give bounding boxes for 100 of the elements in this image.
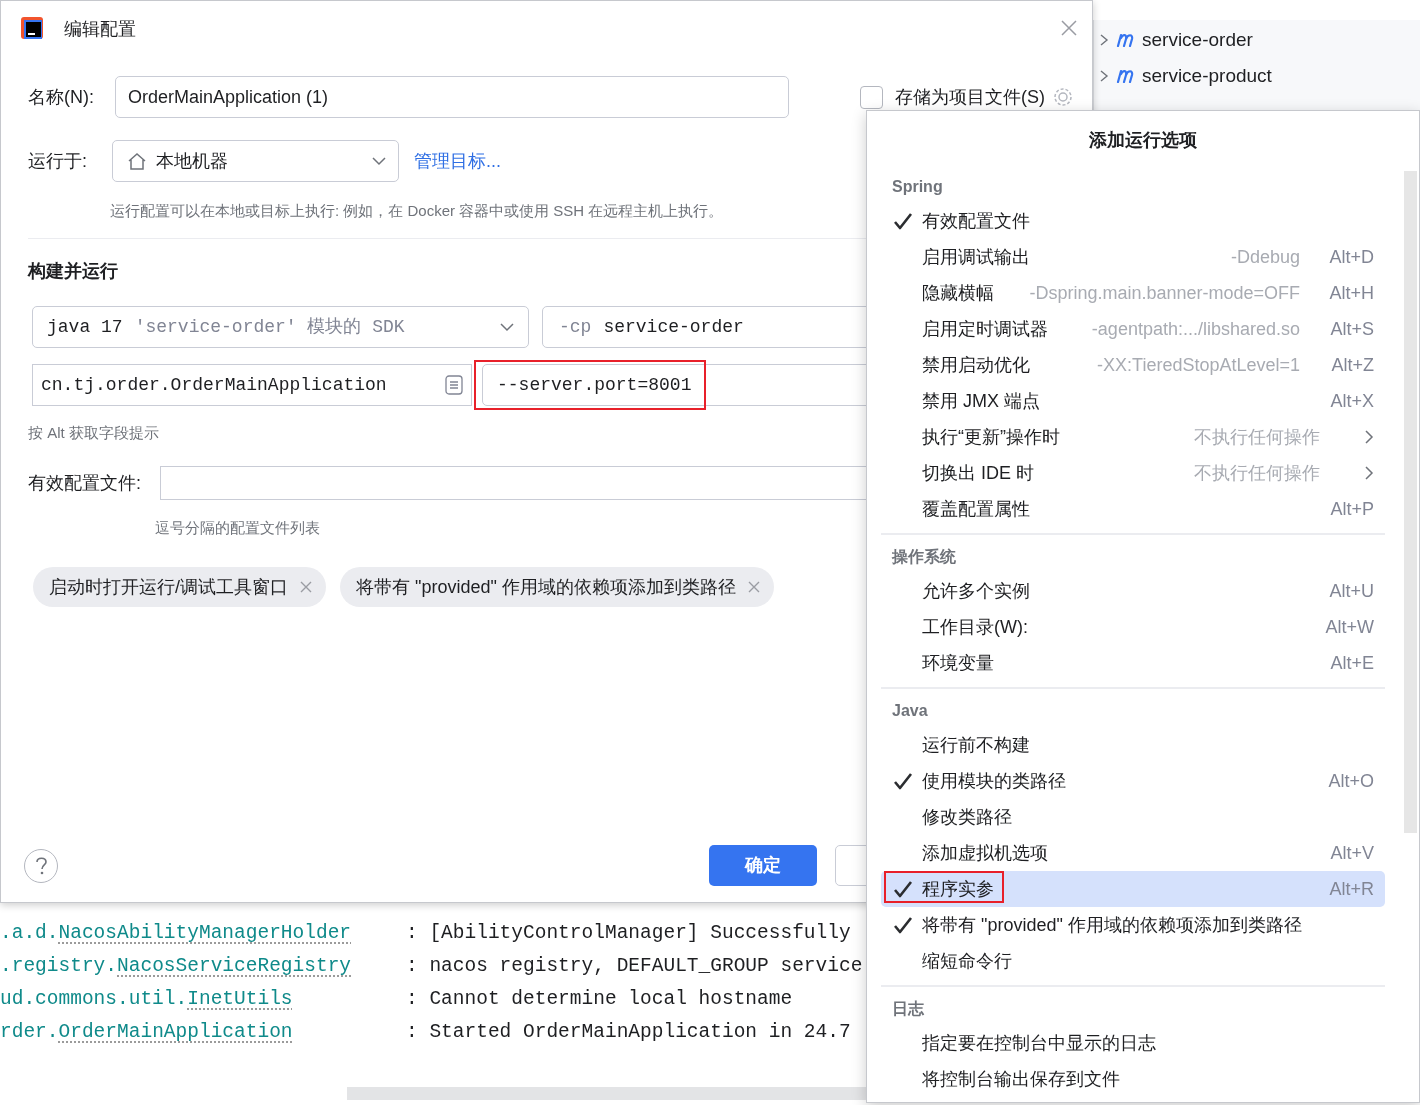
menu-item[interactable]: 切换出 IDE 时 不执行任何操作: [881, 455, 1385, 491]
menu-item-label: 运行前不构建: [922, 733, 1030, 757]
menu-item-label: 使用模块的类路径: [922, 769, 1066, 793]
ok-button[interactable]: 确定: [709, 845, 817, 886]
logger-name[interactable]: .a.d.NacosAbilityManagerHolder: [0, 918, 406, 949]
group-header: Java: [891, 700, 929, 721]
menu-item-label: 启用定时调试器: [922, 317, 1048, 341]
log-message: : Cannot determine local hostname: [406, 986, 793, 1012]
menu-item[interactable]: 允许多个实例 Alt+U: [881, 573, 1385, 609]
group-header: 日志: [891, 998, 925, 1019]
shortcut-text: Alt+O: [1327, 769, 1374, 793]
module-icon: [1116, 33, 1136, 47]
vertical-scrollbar[interactable]: [1404, 171, 1417, 833]
shortcut-text: Alt+R: [1328, 877, 1374, 901]
horizontal-scrollbar[interactable]: [347, 1087, 866, 1100]
field-value: OrderMainApplication (1): [128, 85, 329, 109]
menu-item[interactable]: 使用模块的类路径 Alt+O: [881, 763, 1385, 799]
hint-text: 按 Alt 获取字段提示: [28, 423, 159, 443]
hint-text: 逗号分隔的配置文件列表: [155, 518, 320, 538]
shortcut-text: Alt+V: [1329, 841, 1374, 865]
field-label: 有效配置文件:: [28, 471, 142, 495]
menu-item[interactable]: 指定要在控制台中显示的日志: [881, 1025, 1385, 1061]
menu-item[interactable]: 有效配置文件: [881, 203, 1385, 239]
chevron-right-icon[interactable]: [1098, 69, 1110, 83]
group-header: 操作系统: [890, 546, 957, 567]
log-message: : [AbilityControlManager] Successfully: [406, 920, 851, 946]
menu-item[interactable]: 修改类路径: [881, 799, 1385, 835]
module-icon: [1116, 69, 1136, 83]
help-button[interactable]: [24, 848, 58, 883]
menu-item-label: 程序实参: [922, 877, 994, 901]
settings-icon[interactable]: [1052, 86, 1074, 108]
name-field[interactable]: OrderMainApplication (1): [115, 76, 789, 118]
menu-item-label: 允许多个实例: [922, 579, 1030, 603]
menu-item-hint: -Dspring.main.banner-mode=OFF: [1029, 281, 1300, 305]
group-header: Spring: [891, 176, 944, 197]
menu-item[interactable]: 工作目录(W): Alt+W: [881, 609, 1385, 645]
menu-item-hint: 不执行任何操作: [1194, 461, 1320, 485]
popup-title: 添加运行选项: [1088, 129, 1197, 152]
manage-targets-link[interactable]: 管理目标...: [414, 147, 501, 175]
shortcut-text: Alt+P: [1329, 497, 1374, 521]
chevron-right-icon[interactable]: [1098, 33, 1110, 47]
menu-item[interactable]: 程序实参 Alt+R: [881, 871, 1385, 907]
close-icon[interactable]: [300, 581, 312, 593]
logger-name[interactable]: rder.OrderMainApplication: [0, 1017, 406, 1048]
logger-name[interactable]: .registry.NacosServiceRegistry: [0, 951, 406, 982]
hint-text: 运行配置可以在本地或目标上执行: 例如，在 Docker 容器中或使用 SSH 在远程主机上执行。: [110, 201, 724, 221]
menu-item[interactable]: 将带有 "provided" 作用域的依赖项添加到类路径: [881, 907, 1385, 943]
log-message: : nacos registry, DEFAULT_GROUP service: [406, 953, 863, 979]
menu-item-hint: -Ddebug: [1230, 245, 1300, 269]
menu-item-label: 修改类路径: [922, 805, 1012, 829]
home-icon: [127, 151, 147, 171]
shortcut-text: Alt+X: [1329, 389, 1374, 413]
close-button[interactable]: [1060, 19, 1078, 37]
close-icon[interactable]: [747, 581, 760, 593]
main-class-field[interactable]: cn.tj.order.OrderMainApplication: [32, 364, 472, 406]
option-chip[interactable]: 启动时打开运行/调试工具窗口: [33, 567, 326, 607]
menu-item-hint: 不执行任何操作: [1194, 425, 1320, 449]
app-logo-icon: [19, 16, 45, 42]
menu-item[interactable]: 将控制台输出保存到文件: [881, 1061, 1385, 1097]
field-label: 运行于:: [28, 149, 88, 173]
logger-name[interactable]: ud.commons.util.InetUtils: [0, 984, 406, 1015]
field-label: 名称(N):: [28, 85, 95, 109]
menu-item-hint: -agentpath:.../libshared.so: [1091, 317, 1300, 341]
section-title: 构建并运行: [28, 260, 118, 283]
menu-item[interactable]: 缩短命令行: [881, 943, 1385, 979]
shortcut-text: Alt+Z: [1330, 353, 1374, 377]
chip-label: 启动时打开运行/调试工具窗口: [49, 575, 288, 599]
shortcut-text: Alt+W: [1324, 615, 1374, 639]
menu-item-label: 环境变量: [922, 651, 994, 675]
close-icon: [1060, 19, 1078, 37]
tree-item-label[interactable]: service-order: [1142, 25, 1253, 55]
menu-item[interactable]: 覆盖配置属性 Alt+P: [881, 491, 1385, 527]
checkbox-label: 存储为项目文件(S): [895, 85, 1045, 109]
menu-item-label: 隐藏横幅: [922, 281, 994, 305]
checkbox[interactable]: [860, 85, 883, 109]
target-dropdown[interactable]: 本地机器: [112, 140, 399, 182]
window-title: 编辑配置: [64, 17, 136, 41]
menu-item-label: 覆盖配置属性: [922, 497, 1030, 521]
menu-item-label: 指定要在控制台中显示的日志: [922, 1031, 1156, 1055]
menu-item-label: 启用调试输出: [922, 245, 1030, 269]
shortcut-text: Alt+H: [1328, 281, 1374, 305]
log-message: : Started OrderMainApplication in 24.7: [406, 1019, 851, 1045]
shortcut-text: Alt+D: [1328, 245, 1374, 269]
menu-item-label: 添加虚拟机选项: [922, 841, 1048, 865]
sdk-dropdown[interactable]: java 17 'service-order' 模块的 SDK: [32, 306, 529, 348]
menu-item[interactable]: 运行前不构建: [881, 727, 1385, 763]
option-chip[interactable]: 将带有 "provided" 作用域的依赖项添加到类路径: [340, 567, 774, 607]
chevron-down-icon: [372, 156, 386, 166]
list-icon[interactable]: [445, 375, 463, 395]
menu-item-label: 切换出 IDE 时: [922, 461, 1034, 485]
menu-item[interactable]: 执行“更新”操作时 不执行任何操作: [881, 419, 1385, 455]
tree-item-label[interactable]: service-product: [1142, 61, 1272, 91]
menu-item-hint: -XX:TieredStopAtLevel=1: [1097, 353, 1300, 377]
menu-item[interactable]: 添加虚拟机选项 Alt+V: [881, 835, 1385, 871]
menu-item-label: 有效配置文件: [922, 209, 1030, 233]
menu-item[interactable]: 启用调试输出 -Ddebug Alt+D: [881, 239, 1385, 275]
menu-item[interactable]: 环境变量 Alt+E: [881, 645, 1385, 681]
chip-label: 将带有 "provided" 作用域的依赖项添加到类路径: [356, 575, 736, 599]
chevron-down-icon: [500, 322, 514, 332]
help-icon: [34, 855, 48, 876]
